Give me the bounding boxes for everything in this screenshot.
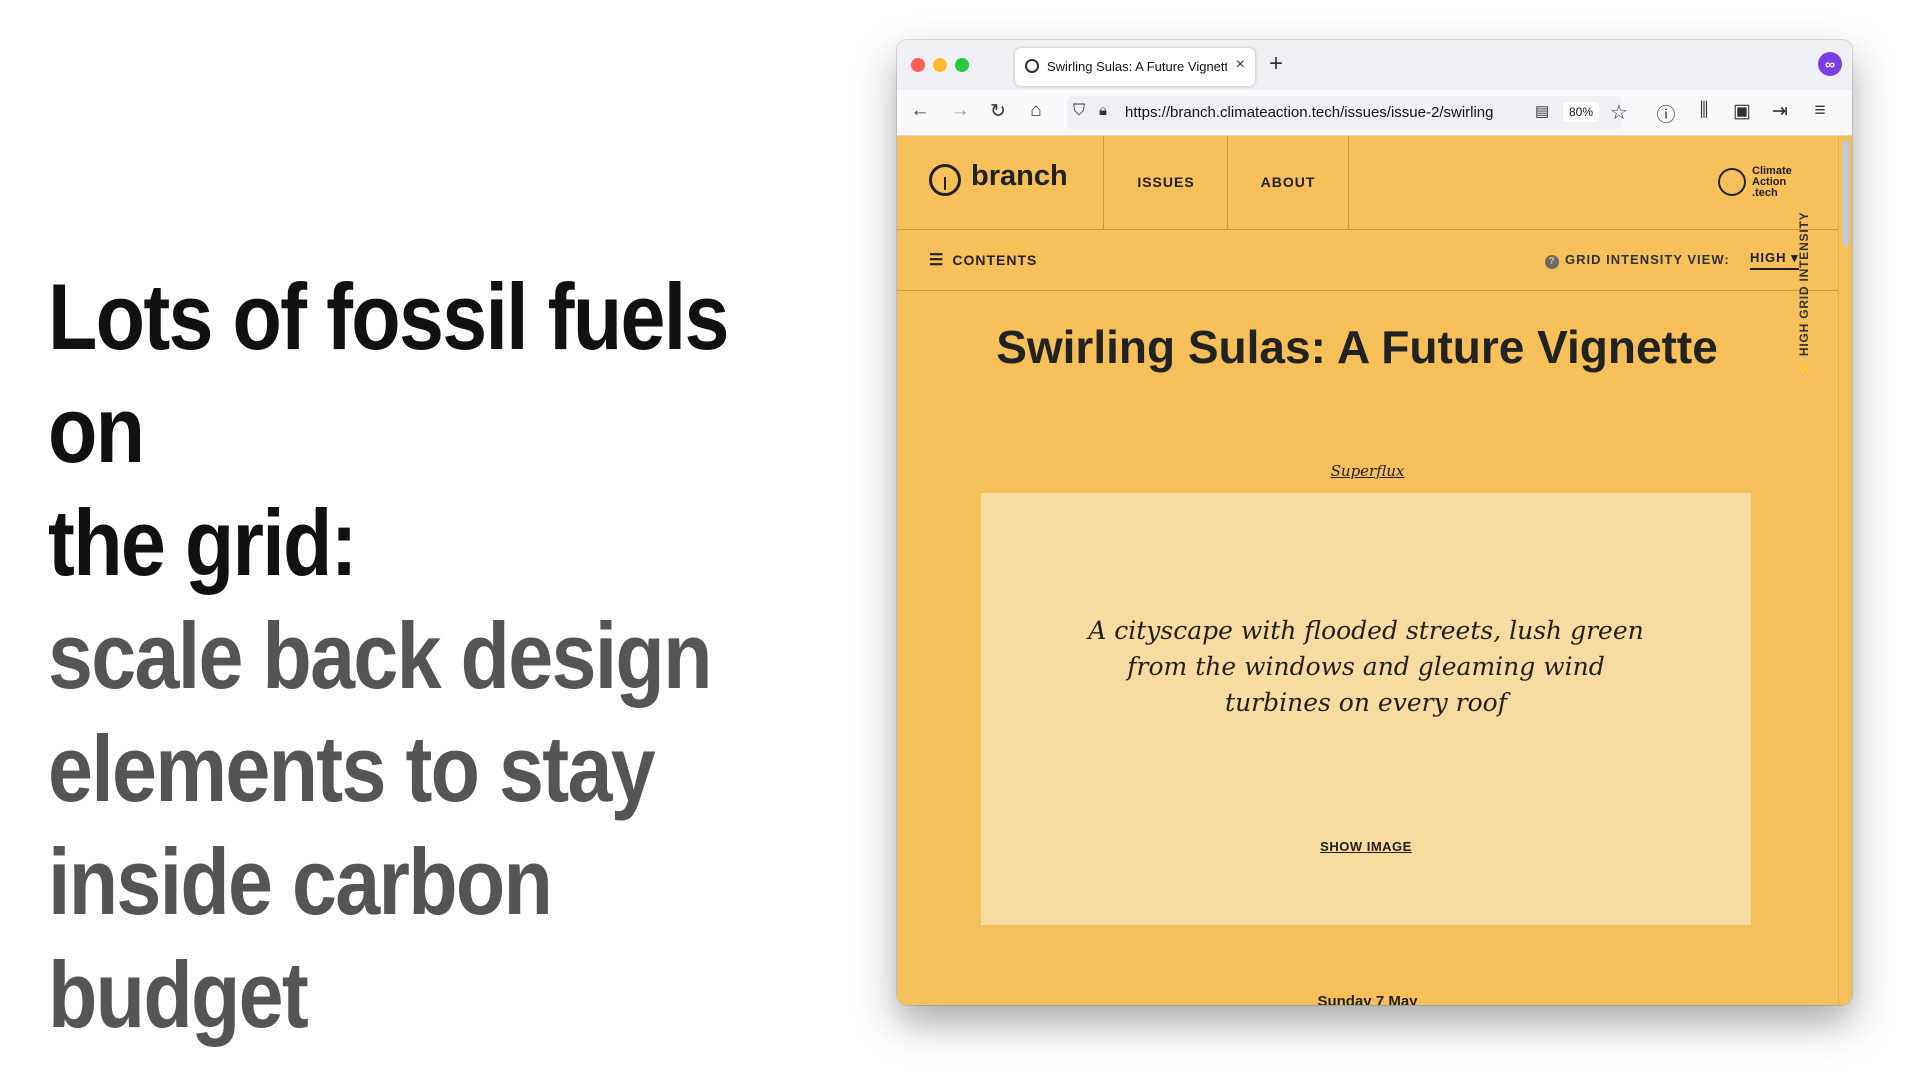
tab-active[interactable]: Swirling Sulas: A Future Vignette × — [1015, 48, 1255, 86]
password-manager-icon[interactable]: ⓘ — [1653, 100, 1679, 127]
back-arrow-icon[interactable]: ← — [907, 100, 933, 122]
high-grid-intensity-label: ⚡ HIGH GRID INTENSITY — [1797, 211, 1811, 376]
reload-icon[interactable]: ↻ — [985, 100, 1011, 123]
grid-label-text: GRID INTENSITY VIEW: — [1565, 252, 1730, 267]
url-text[interactable]: https://branch.climateaction.tech/issues… — [1125, 104, 1525, 121]
extension-icon[interactable]: ∞ — [1818, 52, 1842, 76]
browser-window: Swirling Sulas: A Future Vignette × + ∞ … — [897, 40, 1852, 1005]
contents-button[interactable]: ☰ CONTENTS — [929, 250, 1037, 270]
window-minimize-button[interactable] — [933, 58, 947, 72]
url-bar[interactable]: ⛉ 🔒︎ https://branch.climateaction.tech/i… — [1067, 96, 1628, 129]
climate-action-tech-logo[interactable]: Climate Action .tech — [1718, 166, 1808, 200]
contents-label: CONTENTS — [952, 252, 1038, 268]
hamburger-icon: ☰ — [929, 252, 945, 269]
grid-intensity-label: ? GRID INTENSITY VIEW: — [1545, 252, 1730, 269]
window-zoom-button[interactable] — [955, 58, 969, 72]
sub-bar: ☰ CONTENTS ? GRID INTENSITY VIEW: HIGH ▾ — [897, 230, 1838, 291]
menu-hamburger-icon[interactable]: ≡ — [1807, 100, 1833, 122]
site-favicon-icon — [1025, 59, 1039, 73]
site-header: branch ISSUES ABOUT Climate Action .tech — [897, 136, 1838, 230]
share-icon[interactable]: ⇥ — [1767, 100, 1793, 123]
image-placeholder: A cityscape with flooded streets, lush g… — [981, 493, 1751, 925]
slide-sub-line3: inside carbon budget — [48, 829, 553, 1047]
article-title: Swirling Sulas: A Future Vignette — [996, 321, 1718, 373]
bookmark-star-icon[interactable]: ☆ — [1610, 100, 1628, 125]
branch-logo-icon[interactable] — [929, 164, 961, 196]
nav-about[interactable]: ABOUT — [1227, 136, 1349, 229]
page-viewport: branch ISSUES ABOUT Climate Action .tech… — [897, 136, 1838, 1005]
tab-close-icon[interactable]: × — [1236, 56, 1245, 74]
navigation-bar: ← → ↻ ⌂ ⛉ 🔒︎ https://branch.climateactio… — [897, 90, 1852, 136]
page-scrollbar[interactable] — [1838, 136, 1852, 1005]
show-image-button[interactable]: SHOW IMAGE — [981, 839, 1751, 854]
help-icon[interactable]: ? — [1545, 255, 1559, 269]
grid-intensity-select[interactable]: HIGH ▾ — [1750, 250, 1799, 270]
section-heading: Sunday 7 May — [1317, 993, 1418, 1005]
tab-title: Swirling Sulas: A Future Vignette — [1047, 59, 1227, 74]
extension-puzzle-icon[interactable]: ▣ — [1729, 100, 1755, 123]
slide-sub-line1: scale back design — [48, 603, 712, 708]
nav-issues[interactable]: ISSUES — [1103, 136, 1228, 229]
slide-text: Lots of fossil fuels on the grid: scale … — [48, 260, 745, 1051]
home-icon[interactable]: ⌂ — [1023, 100, 1049, 122]
author-link[interactable]: Superflux — [897, 462, 1838, 480]
zoom-level-badge[interactable]: 80% — [1563, 102, 1600, 122]
site-logo-text[interactable]: branch — [971, 160, 1068, 193]
window-close-button[interactable] — [911, 58, 925, 72]
tab-bar: Swirling Sulas: A Future Vignette × + ∞ — [897, 40, 1852, 90]
reader-view-icon[interactable]: ▤ — [1535, 102, 1549, 120]
slide-sub-line2: elements to stay — [48, 716, 656, 821]
lock-icon[interactable]: 🔒︎ — [1099, 102, 1107, 119]
tracking-shield-icon[interactable]: ⛉ — [1073, 102, 1085, 120]
slide-heading-line2: the grid: — [48, 490, 358, 595]
scrollbar-thumb[interactable] — [1842, 140, 1850, 246]
climate-logo-icon — [1718, 168, 1746, 196]
forward-arrow-icon[interactable]: → — [947, 100, 973, 122]
slide-heading-line1: Lots of fossil fuels on — [48, 264, 729, 482]
library-icon[interactable]: ⫼ — [1691, 100, 1717, 122]
image-alt-text: A cityscape with flooded streets, lush g… — [1088, 616, 1644, 717]
new-tab-button[interactable]: + — [1269, 50, 1283, 78]
